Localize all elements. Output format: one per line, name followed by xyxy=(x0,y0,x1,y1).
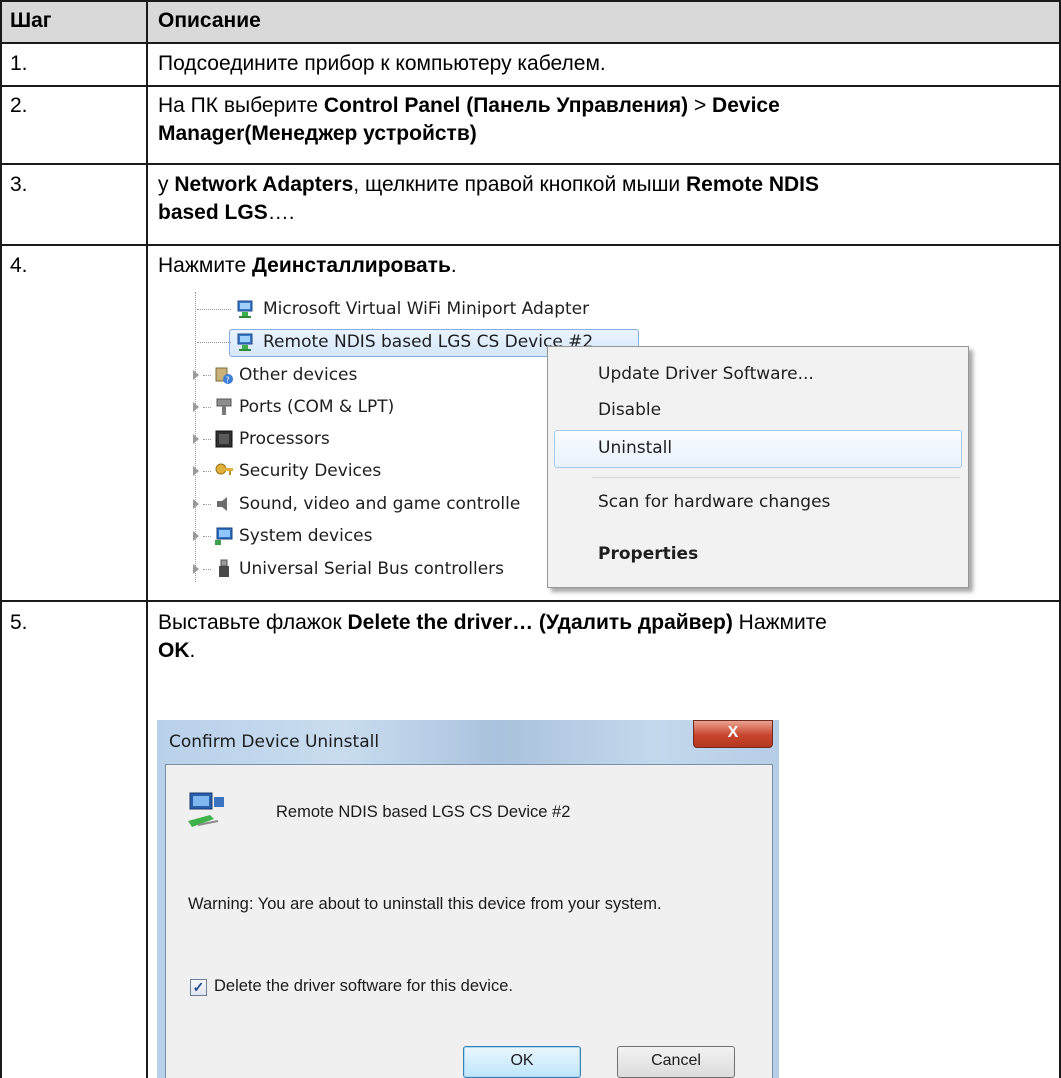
step-text: Нажмите Деинсталлировать. xyxy=(158,252,457,280)
expand-arrow-icon[interactable] xyxy=(193,564,199,574)
table-border xyxy=(0,0,2,1078)
step-text-part: Нажмите xyxy=(732,611,827,634)
tree-item-label: Universal Serial Bus controllers xyxy=(239,559,505,579)
menu-item-properties[interactable]: Properties xyxy=(598,537,698,571)
tree-item-label: Processors xyxy=(239,429,330,449)
menu-item-disable[interactable]: Disable xyxy=(598,393,661,427)
tree-item-label: Security Devices xyxy=(239,461,382,481)
close-button[interactable]: X xyxy=(693,720,773,748)
tree-connector xyxy=(203,536,211,537)
step-text-bold: based LGS xyxy=(158,201,268,224)
header-step: Шаг xyxy=(10,9,52,32)
step-text-part: у xyxy=(158,173,175,196)
checkbox-label[interactable]: Delete the driver software for this devi… xyxy=(214,977,513,996)
tree-connector xyxy=(203,407,211,408)
step-text-part: > xyxy=(688,94,713,117)
step-text-part: Нажмите xyxy=(158,254,252,277)
port-icon xyxy=(216,398,232,415)
step-text-bold: Device xyxy=(712,94,780,117)
dialog-device-name: Remote NDIS based LGS CS Device #2 xyxy=(276,803,571,821)
dialog-title: Confirm Device Uninstall xyxy=(169,732,380,752)
table-border xyxy=(0,0,1061,2)
table-border xyxy=(0,244,1061,246)
menu-separator xyxy=(592,477,960,478)
step-text-bold: OK xyxy=(158,639,190,662)
tree-item-label: Ports (COM & LPT) xyxy=(239,397,395,417)
step-number: 2. xyxy=(10,94,28,117)
ok-button[interactable]: OK xyxy=(463,1046,581,1078)
step-number: 1. xyxy=(10,52,28,75)
dialog-body: Remote NDIS based LGS CS Device #2 Warni… xyxy=(165,764,773,1078)
step-text: На ПК выберите Control Panel (Панель Упр… xyxy=(158,92,780,148)
menu-item-scan-hardware[interactable]: Scan for hardware changes xyxy=(598,485,830,519)
step-text-part: На ПК выберите xyxy=(158,94,324,117)
step-number: 4. xyxy=(10,254,28,277)
context-menu: Update Driver Software... Disable Uninst… xyxy=(547,346,969,588)
dialog-warning: Warning: You are about to uninstall this… xyxy=(188,895,662,913)
key-icon xyxy=(215,463,233,475)
network-adapter-icon xyxy=(237,333,253,351)
cancel-button[interactable]: Cancel xyxy=(617,1046,735,1078)
menu-item-uninstall[interactable]: Uninstall xyxy=(598,431,672,465)
device-manager-screenshot: Microsoft Virtual WiFi Miniport Adapter … xyxy=(193,292,985,592)
usb-icon xyxy=(219,559,229,577)
table-border xyxy=(0,600,1061,602)
step-text-part: . xyxy=(189,639,196,662)
step-number: 3. xyxy=(10,173,28,196)
tree-item-label: Remote NDIS based LGS CS Device #2 xyxy=(263,332,594,352)
tree-connector xyxy=(203,504,211,505)
table-border xyxy=(0,163,1061,165)
network-adapter-icon xyxy=(188,792,224,827)
step-text-bold: Remote NDIS xyxy=(685,173,820,196)
tree-connector xyxy=(203,471,211,472)
step-text-part: , щелкните правой кнопкой мыши xyxy=(353,173,686,196)
processor-icon xyxy=(215,430,233,448)
tree-connector xyxy=(197,309,231,310)
step-text-bold: Деинсталлировать xyxy=(251,254,451,277)
header-description: Описание xyxy=(158,9,261,32)
tree-item-label: System devices xyxy=(239,526,373,546)
step-text-part: …. xyxy=(267,201,295,224)
network-adapter-icon xyxy=(237,300,253,318)
step-text-bold: Manager(Менеджер устройств) xyxy=(158,122,477,145)
step-text-part: Выставьте флажок xyxy=(158,611,348,634)
tree-connector xyxy=(203,375,211,376)
step-text: у Network Adapters, щелкните правой кноп… xyxy=(158,171,819,227)
tree-connector xyxy=(197,342,231,343)
menu-item-update-driver[interactable]: Update Driver Software... xyxy=(598,357,814,391)
tree-connector xyxy=(203,439,211,440)
expand-arrow-icon[interactable] xyxy=(193,434,199,444)
step-text-part: . xyxy=(450,254,457,277)
expand-arrow-icon[interactable] xyxy=(193,402,199,412)
step-text-bold: Control Panel (Панель Управления) xyxy=(323,94,689,117)
other-devices-icon: ? xyxy=(215,367,233,385)
table-border xyxy=(146,0,148,1078)
step-number: 5. xyxy=(10,611,28,634)
svg-text:?: ? xyxy=(226,376,230,385)
step-text-bold: Delete the driver… (Удалить драйвер) xyxy=(347,611,733,634)
tree-connector xyxy=(203,569,211,570)
expand-arrow-icon[interactable] xyxy=(193,499,199,509)
step-text: Выставьте флажок Delete the driver… (Уда… xyxy=(158,609,827,665)
speaker-icon xyxy=(217,497,227,511)
computer-icon xyxy=(215,527,233,545)
confirm-uninstall-dialog: Confirm Device Uninstall X Remote NDIS b… xyxy=(157,720,779,1078)
expand-arrow-icon[interactable] xyxy=(193,370,199,380)
tree-item-label: Microsoft Virtual WiFi Miniport Adapter xyxy=(263,299,590,319)
step-text-bold: Network Adapters xyxy=(174,173,354,196)
tree-item-label: Other devices xyxy=(239,365,358,385)
table-border xyxy=(0,42,1061,44)
expand-arrow-icon[interactable] xyxy=(193,531,199,541)
step-text: Подсоедините прибор к компьютеру кабелем… xyxy=(158,52,606,75)
delete-driver-checkbox[interactable]: ✓ xyxy=(190,979,207,996)
expand-arrow-icon[interactable] xyxy=(193,466,199,476)
table-border xyxy=(0,85,1061,87)
tree-item-label: Sound, video and game controlle xyxy=(239,494,521,514)
